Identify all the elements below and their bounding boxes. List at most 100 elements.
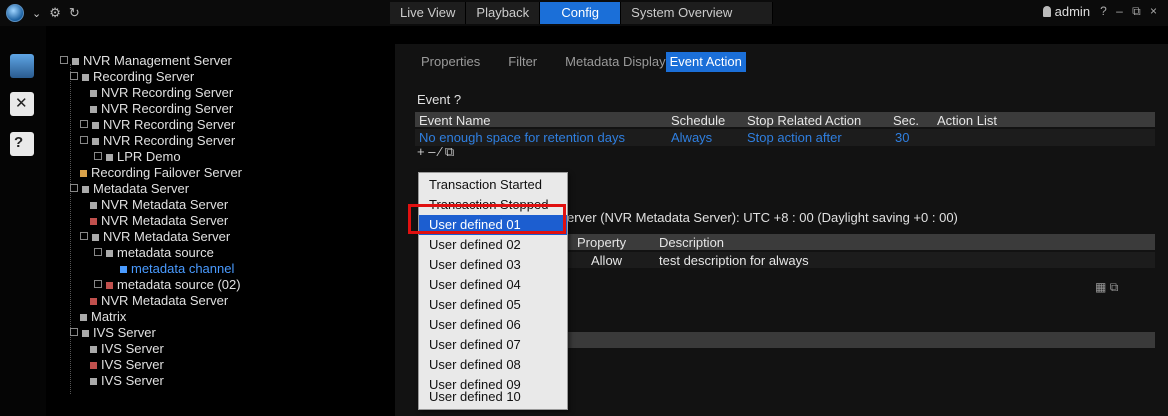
option-user-defined-06[interactable]: User defined 06 (419, 315, 567, 335)
tree-node-nvr-management-server[interactable]: NVR Management Server (60, 53, 232, 69)
table-row[interactable]: Allow test description for always (555, 252, 1155, 268)
expand-icon[interactable] (94, 152, 102, 160)
server-icon (90, 378, 97, 385)
help-icon[interactable] (10, 132, 34, 156)
tree-node-recording-server[interactable]: Recording Server (70, 69, 194, 85)
option-user-defined-03[interactable]: User defined 03 (419, 255, 567, 275)
server-list-icon[interactable] (10, 54, 34, 78)
tree-node-nvr-metadata-server[interactable]: NVR Metadata Server (80, 229, 230, 245)
option-transaction-started[interactable]: Transaction Started (419, 175, 567, 195)
col-stop-related-action[interactable]: Stop Related Action (747, 113, 861, 128)
copy-icon[interactable]: ⧉ (1110, 280, 1119, 294)
tree-node-metadata-channel[interactable]: metadata channel (120, 261, 234, 277)
tab-system-overview[interactable]: System Overview (621, 2, 774, 24)
tree-node-metadata-source[interactable]: metadata source (94, 245, 214, 261)
tab-live-view[interactable]: Live View (390, 2, 467, 24)
globe-icon[interactable] (6, 4, 24, 22)
option-user-defined-02[interactable]: User defined 02 (419, 235, 567, 255)
tools-icon[interactable] (10, 92, 34, 116)
tree-node-metadata-source-02[interactable]: metadata source (02) (94, 277, 241, 293)
server-icon (90, 362, 97, 369)
title-bar: ⌄ ⚙ ↻ Live View Playback Config System O… (0, 0, 1168, 26)
expand-icon[interactable] (70, 184, 78, 192)
settings-icon[interactable]: ⚙ (49, 5, 61, 21)
expand-icon[interactable] (94, 248, 102, 256)
toolbar-left: ⌄ ⚙ ↻ (6, 4, 80, 22)
option-user-defined-07[interactable]: User defined 07 (419, 335, 567, 355)
tab-event-action[interactable]: Event Action (665, 52, 746, 72)
server-icon (90, 90, 97, 97)
table-row[interactable]: No enough space for retention days Alway… (415, 129, 1155, 146)
option-user-defined-10[interactable]: User defined 10 (419, 387, 567, 407)
user-area: admin ? – ⧉ × (1042, 4, 1160, 19)
tab-properties[interactable]: Properties (417, 52, 484, 72)
calendar-icon[interactable]: ▦ (1095, 280, 1106, 294)
event-name-value: No enough space for retention days (419, 130, 625, 145)
main-tabs: Live View Playback Config System Overvie… (390, 2, 774, 24)
tab-config[interactable]: Config (540, 2, 622, 24)
server-icon (92, 234, 99, 241)
server-tree: NVR Management Server Recording Server N… (50, 50, 390, 416)
tree-node-nvr-recording-server[interactable]: NVR Recording Server (80, 117, 235, 133)
tree-node-nvr-metadata-server[interactable]: NVR Metadata Server (90, 213, 228, 229)
expand-icon[interactable] (60, 56, 68, 64)
matrix-icon (80, 314, 87, 321)
chevron-down-icon[interactable]: ⌄ (32, 7, 41, 20)
user-icon (1042, 6, 1051, 17)
server-icon (72, 58, 79, 65)
expand-icon[interactable] (80, 232, 88, 240)
sec-value: 30 (895, 130, 910, 145)
refresh-icon[interactable]: ↻ (69, 5, 80, 21)
event-table-header: Event Name Schedule Stop Related Action … (415, 112, 1155, 128)
camera-icon (106, 154, 113, 161)
server-icon (92, 122, 99, 129)
left-icon-strip (0, 26, 46, 416)
server-icon (82, 74, 89, 81)
tree-node-nvr-recording-server[interactable]: NVR Recording Server (90, 101, 233, 117)
right-toolbar: ▦ ⧉ (1095, 280, 1118, 295)
section-bar (555, 332, 1155, 348)
expand-icon[interactable] (70, 72, 78, 80)
tree-node-recording-failover-server[interactable]: Recording Failover Server (80, 165, 242, 181)
tree-node-ivs-server[interactable]: IVS Server (70, 325, 156, 341)
col-description[interactable]: Description (659, 235, 724, 250)
user-menu[interactable]: admin (1042, 4, 1091, 19)
server-icon (82, 186, 89, 193)
tab-playback[interactable]: Playback (466, 2, 541, 24)
event-toolbar[interactable]: + – ∕ ⧉ (417, 144, 454, 160)
tree-node-nvr-metadata-server[interactable]: NVR Metadata Server (90, 293, 228, 309)
expand-icon[interactable] (94, 280, 102, 288)
tree-node-nvr-recording-server[interactable]: NVR Recording Server (80, 133, 235, 149)
col-sec[interactable]: Sec. (893, 113, 919, 128)
server-icon (92, 138, 99, 145)
tree-node-nvr-recording-server[interactable]: NVR Recording Server (90, 85, 233, 101)
expand-icon[interactable] (80, 136, 88, 144)
server-icon (90, 346, 97, 353)
tree-node-ivs-server[interactable]: IVS Server (90, 357, 164, 373)
tree-node-ivs-server[interactable]: IVS Server (90, 373, 164, 389)
tab-metadata-display[interactable]: Metadata Display (561, 52, 669, 72)
option-user-defined-08[interactable]: User defined 08 (419, 355, 567, 375)
tree-node-metadata-server[interactable]: Metadata Server (70, 181, 189, 197)
tree-node-matrix[interactable]: Matrix (80, 309, 126, 325)
col-action-list[interactable]: Action List (937, 113, 997, 128)
tab-filter[interactable]: Filter (504, 52, 541, 72)
sub-tabs: Properties Filter Metadata Display Event… (417, 52, 746, 72)
username: admin (1054, 4, 1091, 19)
property-value: Allow (591, 253, 623, 268)
property-table-header: e Property Description (555, 234, 1155, 250)
window-controls[interactable]: ? – ⧉ × (1100, 4, 1160, 19)
tree-node-ivs-server[interactable]: IVS Server (90, 341, 164, 357)
option-user-defined-05[interactable]: User defined 05 (419, 295, 567, 315)
expand-icon[interactable] (70, 328, 78, 336)
tree-node-nvr-metadata-server[interactable]: NVR Metadata Server (90, 197, 228, 213)
schedule-value: Always (671, 130, 713, 145)
description-value: test description for always (659, 253, 809, 268)
col-property[interactable]: Property (577, 235, 626, 250)
option-user-defined-04[interactable]: User defined 04 (419, 275, 567, 295)
server-icon (82, 330, 89, 337)
tree-node-lpr-demo[interactable]: LPR Demo (94, 149, 181, 165)
col-event-name[interactable]: Event Name (419, 113, 491, 128)
col-schedule[interactable]: Schedule (671, 113, 725, 128)
expand-icon[interactable] (80, 120, 88, 128)
